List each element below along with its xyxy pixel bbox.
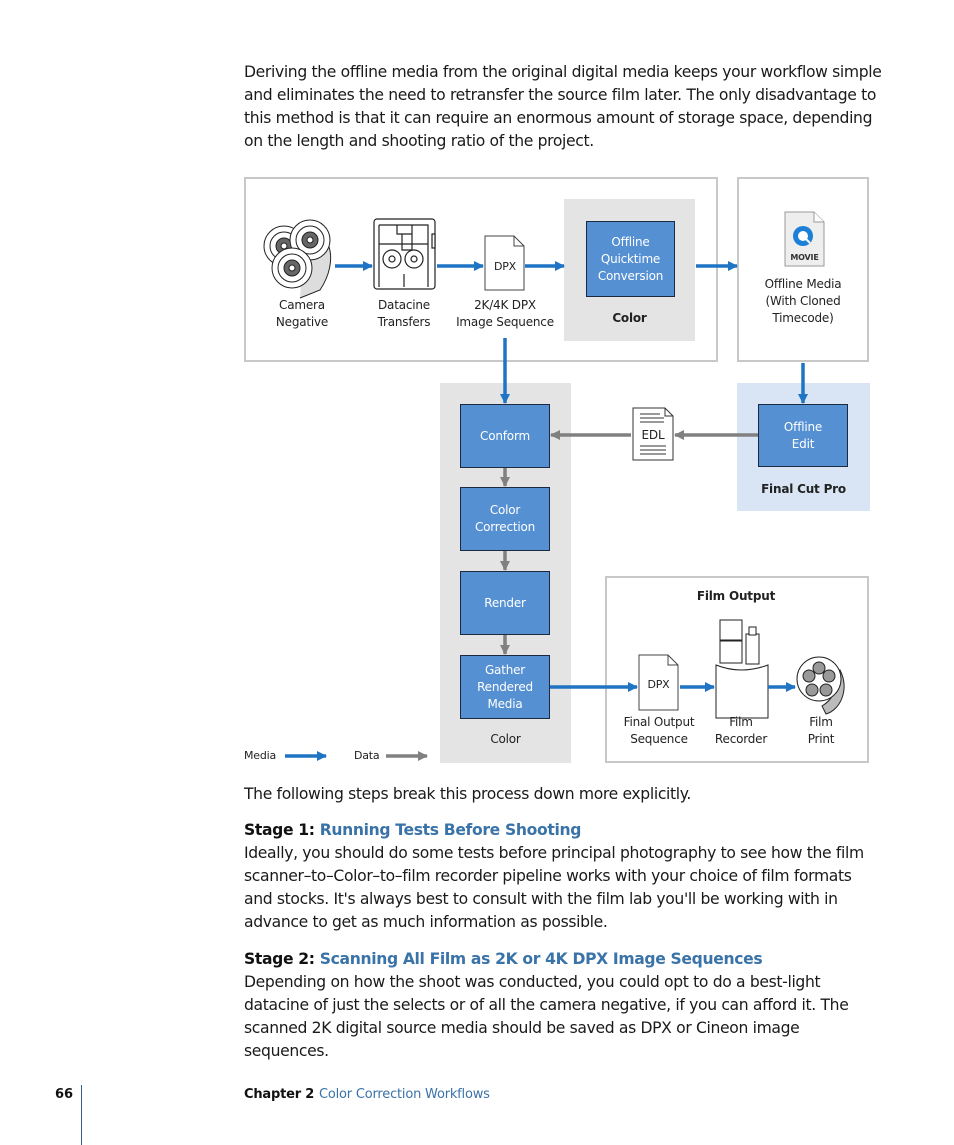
datacine-icon: [373, 218, 436, 290]
legend-media-label: Media: [244, 749, 277, 762]
film-output-label: Film Output: [696, 589, 776, 603]
movie-icon-label: MOVIE: [790, 253, 819, 262]
gather-rendered-media-box: Gather Rendered Media: [460, 655, 550, 719]
dpx-icon-label: DPX: [493, 260, 517, 273]
stage2-heading: Stage 2: Scanning All Film as 2K or 4K D…: [244, 948, 763, 971]
datacine-transfers-label: Datacine Transfers: [377, 298, 431, 329]
render-label: Render: [484, 595, 526, 610]
legend-data-label: Data: [354, 749, 380, 762]
footer-divider: [81, 1085, 82, 1145]
chapter-label: Chapter 2: [244, 1087, 315, 1102]
offline-edit-label: Offline Edit: [783, 419, 823, 451]
offline-quicktime-conversion-box: Offline Quicktime Conversion: [586, 221, 675, 297]
offline-edit-box: Offline Edit: [758, 404, 848, 467]
offline-media-label: Offline Media (With Cloned Timecode): [764, 277, 842, 325]
color-correction-label: Color Correction: [474, 503, 536, 534]
edl-icon-label: EDL: [641, 428, 665, 442]
film-print-icon: [796, 656, 845, 715]
final-cut-pro-label: Final Cut Pro: [761, 482, 846, 496]
gather-rendered-media-label: Gather Rendered Media: [477, 662, 533, 711]
page-number: 66: [55, 1087, 74, 1102]
stage1-prefix: Stage 1:: [244, 821, 320, 839]
stage2-title-link[interactable]: Scanning All Film as 2K or 4K DPX Image …: [320, 950, 763, 968]
stage2-prefix: Stage 2:: [244, 950, 320, 968]
offline-quicktime-conversion-label: Offline Quicktime Conversion: [597, 234, 664, 283]
stage1-title-link[interactable]: Running Tests Before Shooting: [320, 821, 582, 839]
color-bottom-label: Color: [490, 732, 521, 746]
steps-intro-paragraph: The following steps break this process d…: [244, 785, 692, 803]
image-sequence-label: 2K/4K DPX Image Sequence: [456, 298, 554, 329]
film-recorder-label: Film Recorder: [714, 715, 768, 746]
dpx-output-icon-label: DPX: [647, 678, 670, 691]
camera-negative-label: Camera Negative: [275, 298, 329, 329]
color-top-label: Color: [612, 311, 647, 325]
stage1-heading: Stage 1: Running Tests Before Shooting: [244, 819, 581, 842]
final-output-sequence-label: Final Output Sequence: [623, 715, 695, 746]
stage1-body: Ideally, you should do some tests before…: [244, 844, 864, 931]
film-reels-icon: [263, 219, 332, 299]
conform-box: Conform: [460, 404, 550, 468]
render-box: Render: [460, 571, 550, 635]
conform-label: Conform: [480, 428, 530, 443]
chapter-title-link[interactable]: Color Correction Workflows: [319, 1087, 490, 1102]
film-recorder-icon: [715, 619, 769, 719]
film-print-label: Film Print: [807, 715, 835, 746]
color-correction-box: Color Correction: [460, 487, 550, 551]
stage2-body: Depending on how the shoot was conducted…: [244, 973, 849, 1060]
